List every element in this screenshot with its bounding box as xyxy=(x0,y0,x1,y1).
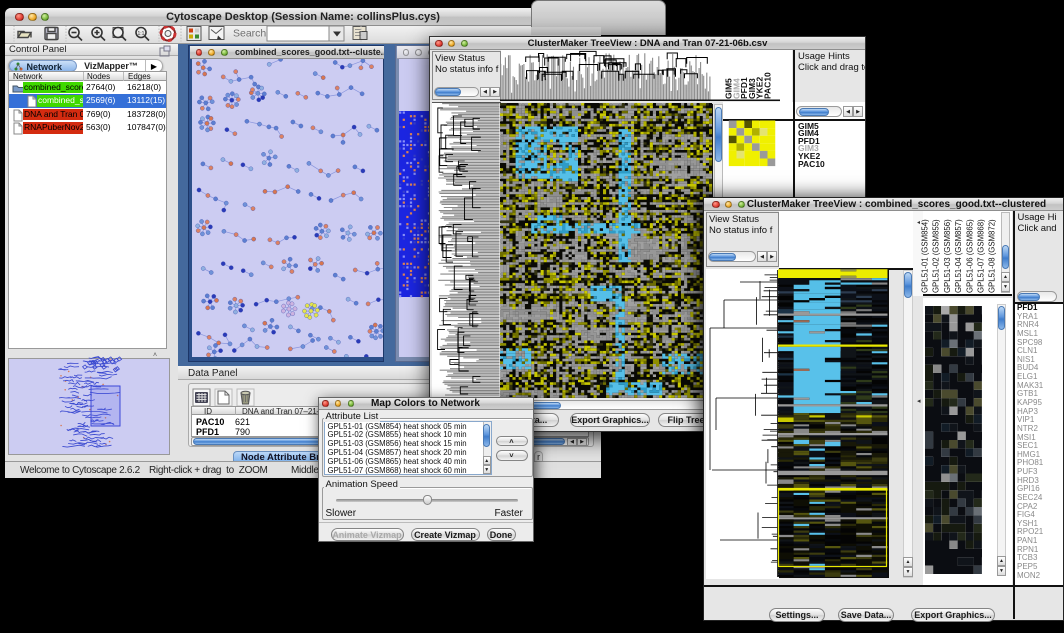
svg-text:GPL51-08 (GSM872): GPL51-08 (GSM872) xyxy=(988,219,997,293)
svg-text:GPL51-07 (GSM868): GPL51-07 (GSM868) xyxy=(977,219,986,293)
svg-text:GPL51-06 (GSM865): GPL51-06 (GSM865) xyxy=(965,219,974,293)
svg-text:GPL51-02 (GSM855): GPL51-02 (GSM855) xyxy=(932,219,941,293)
svg-text:GPL51-04 (GSM857): GPL51-04 (GSM857) xyxy=(954,219,963,293)
svg-text:GPL51-01 (GSM854): GPL51-01 (GSM854) xyxy=(921,219,930,293)
svg-text:GPL51-03 (GSM856): GPL51-03 (GSM856) xyxy=(943,219,952,293)
